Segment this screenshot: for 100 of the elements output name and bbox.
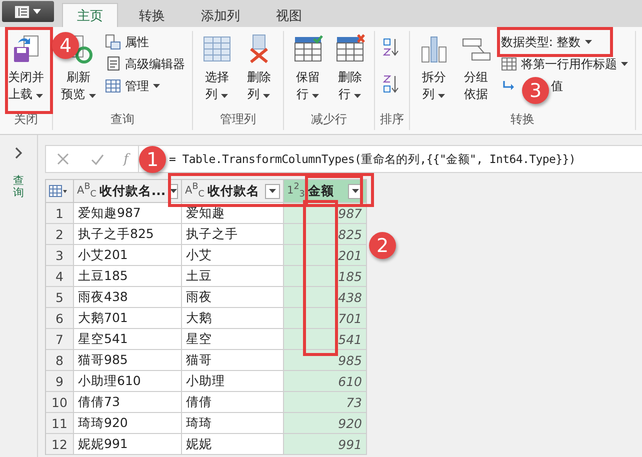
- table-cell: 琦琦920: [74, 413, 182, 434]
- sort-ascending-icon: [382, 37, 400, 57]
- table-cell: 大鹅701: [74, 308, 182, 329]
- group-label: 排序: [380, 111, 404, 128]
- row-number: 4: [46, 266, 74, 287]
- table-cell: 倩倩: [182, 392, 284, 413]
- caret-icon: [221, 94, 228, 98]
- table-menu-icon[interactable]: [49, 185, 67, 197]
- group-label: 管理列: [218, 111, 257, 128]
- table-cell: 438: [284, 287, 367, 308]
- table-cell: 73: [284, 392, 367, 413]
- ribbon-button[interactable]: 拆分 列: [414, 31, 453, 111]
- properties-icon: [104, 34, 121, 50]
- caret-icon: [312, 94, 320, 98]
- script-icon: [104, 56, 121, 72]
- ribbon-button[interactable]: 管理: [102, 76, 187, 96]
- table-cell: 雨夜: [182, 287, 284, 308]
- ribbon-button[interactable]: 选择 列: [198, 31, 236, 111]
- row-number: 11: [46, 413, 74, 434]
- table-cell: 猫哥985: [74, 350, 182, 371]
- caret-icon: [620, 62, 628, 66]
- row-number: 10: [46, 392, 74, 413]
- caret-icon: [269, 189, 276, 193]
- group-label: 减少行: [310, 111, 348, 128]
- close-icon: [57, 153, 69, 165]
- table-cell: 991: [284, 434, 367, 455]
- table-cell: 小助理: [182, 371, 284, 392]
- check-icon: [90, 154, 104, 164]
- ribbon-button[interactable]: 分组 依据: [456, 31, 495, 111]
- table-cell: 185: [284, 266, 367, 287]
- ribbon-button[interactable]: 高级编辑器: [102, 54, 187, 74]
- group-label: 转换: [509, 111, 536, 128]
- table-cell: 爱知趣987: [74, 203, 182, 224]
- sort-descending-icon: [382, 74, 400, 94]
- table-cell: 琦琦: [182, 413, 284, 434]
- column-header[interactable]: 金额: [308, 182, 345, 200]
- table-cell: 执子之手825: [74, 224, 182, 245]
- caret-icon: [584, 40, 592, 44]
- caret-icon: [354, 94, 362, 98]
- step-number: 2: [369, 232, 396, 259]
- table-cell: 妮妮: [182, 434, 284, 455]
- ribbon-button[interactable]: 删除 列: [240, 31, 278, 111]
- menu-icon: [15, 6, 29, 18]
- file-menu-button[interactable]: [2, 1, 54, 22]
- table-cell: 执子之手: [182, 224, 284, 245]
- row-number: 7: [46, 329, 74, 350]
- group-label: 查询: [109, 111, 136, 128]
- column-header[interactable]: 收付款名: [207, 182, 262, 200]
- row-number: 6: [46, 308, 74, 329]
- table-cell: 猫哥: [182, 350, 284, 371]
- ribbon-button[interactable]: 属性: [102, 32, 187, 52]
- ribbon-button[interactable]: 数据类型: 整数: [498, 32, 630, 52]
- table-cell: 星空541: [74, 329, 182, 350]
- row-number: 12: [46, 434, 74, 455]
- table-cell: 大鹅: [182, 308, 284, 329]
- table-cell: 星空: [182, 329, 284, 350]
- table-cell: 小艾201: [74, 245, 182, 266]
- caret-icon: [170, 189, 177, 193]
- row-number: 2: [46, 224, 74, 245]
- queries-pane-title[interactable]: 查询: [13, 175, 24, 200]
- table-cell: 610: [284, 371, 367, 392]
- caret-icon: [152, 84, 160, 88]
- table-cell: 201: [284, 245, 367, 266]
- table-cell: 920: [284, 413, 367, 434]
- formula-field[interactable]: = Table.TransformColumnTypes(重命名的列,{{"金额", Int64.Type}}): [169, 152, 576, 166]
- caret-icon: [263, 94, 270, 98]
- table-cell: 825: [284, 224, 367, 245]
- table-cell: 雨夜438: [74, 287, 182, 308]
- chevron-right-icon[interactable]: [14, 147, 23, 159]
- table-cell: 小艾: [182, 245, 284, 266]
- ribbon-button[interactable]: 保留 行: [288, 31, 327, 111]
- caret-icon: [33, 9, 41, 14]
- table-cell: 土豆: [182, 266, 284, 287]
- table-cell: 小助理610: [74, 371, 182, 392]
- row-number: 1: [46, 203, 74, 224]
- table-cell: 土豆185: [74, 266, 182, 287]
- caret-icon: [438, 94, 446, 98]
- table-icon: [500, 56, 517, 72]
- ribbon-button[interactable]: 关闭并 上载: [5, 31, 47, 111]
- ribbon-tab[interactable]: 添加列: [186, 3, 255, 27]
- row-number: 3: [46, 245, 74, 266]
- row-number: 5: [46, 287, 74, 308]
- table-cell: 701: [284, 308, 367, 329]
- caret-icon: [88, 94, 96, 98]
- table-cell: 妮妮991: [74, 434, 182, 455]
- column-header[interactable]: 收付款名...: [99, 182, 166, 200]
- row-number: 8: [46, 350, 74, 371]
- table-icon: [104, 78, 121, 94]
- ribbon-tab[interactable]: 主页: [62, 3, 118, 27]
- table-cell: 倩倩73: [74, 392, 182, 413]
- filter-button[interactable]: [265, 184, 280, 198]
- row-number: 9: [46, 371, 74, 392]
- ribbon-button[interactable]: 删除 行: [330, 31, 369, 111]
- ribbon-button[interactable]: 将第一行用作标题: [498, 54, 630, 74]
- table-cell: 541: [284, 329, 367, 350]
- caret-icon: [352, 189, 359, 193]
- table-cell: 985: [284, 350, 367, 371]
- caret-icon: [36, 94, 44, 98]
- ribbon-tab[interactable]: 视图: [261, 3, 317, 27]
- ribbon-tab[interactable]: 转换: [124, 3, 180, 27]
